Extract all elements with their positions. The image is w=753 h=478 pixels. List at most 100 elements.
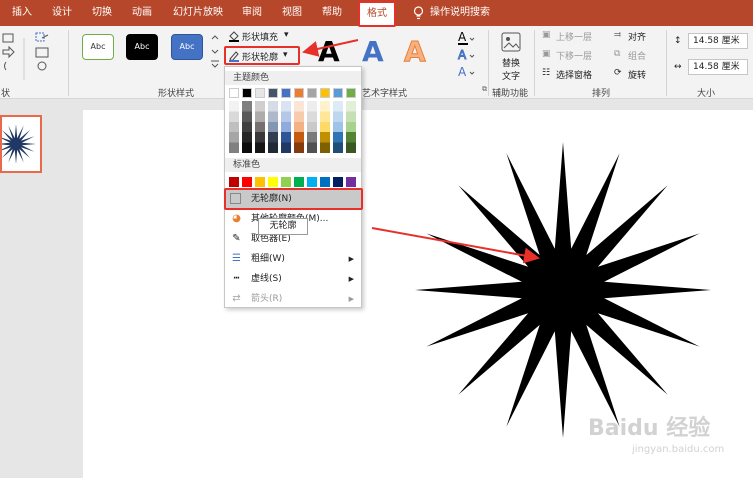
theme-color-shades-column[interactable]: [229, 101, 239, 153]
thumbnail-star-body: [0, 124, 36, 164]
width-icon: ↔: [674, 62, 682, 72]
group-button[interactable]: 组合: [628, 49, 646, 62]
theme-color-shades-column[interactable]: [268, 101, 278, 153]
standard-color-swatch[interactable]: [242, 177, 252, 187]
dashes-label: 虚线(S): [251, 274, 282, 284]
tab-insert[interactable]: 插入: [4, 0, 40, 26]
theme-color-shades-column[interactable]: [333, 101, 343, 153]
shape-style-solid-black[interactable]: Abc: [126, 34, 158, 60]
dialog-launcher-icon[interactable]: ⧉: [482, 85, 487, 94]
theme-color-shades-column[interactable]: [307, 101, 317, 153]
theme-color-shades-column[interactable]: [242, 101, 252, 153]
standard-color-swatch[interactable]: [320, 177, 330, 187]
dashes-menu-item[interactable]: ┅ 虚线(S) ▶: [225, 269, 361, 289]
theme-color-shades-column[interactable]: [320, 101, 330, 153]
arrows-menu-item[interactable]: ⇄ 箭头(R) ▶: [225, 289, 361, 309]
group-divider: [666, 30, 667, 96]
tab-slideshow[interactable]: 幻灯片放映: [166, 0, 230, 26]
tab-animations[interactable]: 动画: [124, 0, 160, 26]
theme-color-swatch[interactable]: [268, 88, 278, 98]
standard-color-swatch[interactable]: [307, 177, 317, 187]
highlight-box-format-tab: [358, 1, 396, 27]
theme-color-shades-column[interactable]: [281, 101, 291, 153]
standard-color-swatch[interactable]: [333, 177, 343, 187]
alt-text-icon[interactable]: [500, 31, 522, 53]
thumbnail-star-shape: [0, 124, 36, 164]
tab-transitions[interactable]: 切换: [84, 0, 120, 26]
weight-label: 粗细(W): [251, 254, 285, 264]
shape-outline-dropdown: 主题颜色 标准色 无轮廓(N) ◕ 其他轮廓颜色(M)... ✎ 取色器(E) …: [224, 66, 362, 308]
no-outline-tooltip: 无轮廓: [258, 218, 308, 235]
shape-style-outline-green[interactable]: Abc: [82, 34, 114, 60]
standard-color-swatch[interactable]: [294, 177, 304, 187]
selection-pane-button[interactable]: 选择窗格: [556, 68, 592, 81]
shape-width-field[interactable]: 14.58 厘米: [688, 59, 748, 75]
selection-pane-icon: ☷: [542, 68, 551, 78]
baidu-watermark-url: jingyan.baidu.com: [632, 444, 725, 455]
chevron-right-icon: ▶: [348, 295, 354, 303]
theme-color-shades-column[interactable]: [346, 101, 356, 153]
dash-style-icon: ┅: [233, 273, 240, 284]
align-button[interactable]: 对齐: [628, 30, 646, 43]
theme-color-swatch[interactable]: [229, 88, 239, 98]
alt-text-label-1[interactable]: 替换: [502, 56, 520, 69]
tab-help[interactable]: 帮助: [314, 0, 350, 26]
group-icon: ⧉: [614, 49, 621, 59]
group-divider: [534, 30, 535, 96]
star-shape-body[interactable]: [415, 142, 711, 438]
text-fill-outline-effects[interactable]: A A A: [456, 30, 476, 80]
highlight-box-no-outline: [224, 188, 363, 210]
standard-color-swatch[interactable]: [346, 177, 356, 187]
align-icon: ⫤: [614, 30, 621, 40]
standard-colors-header: 标准色: [225, 158, 361, 172]
theme-color-swatch[interactable]: [333, 88, 343, 98]
tell-me-search[interactable]: 操作说明搜索: [430, 0, 502, 26]
tab-view[interactable]: 视图: [274, 0, 310, 26]
group-divider: [488, 30, 489, 96]
wordart-style-blue[interactable]: A: [362, 38, 384, 66]
accessibility-group-label: 辅助功能: [492, 89, 529, 99]
shape-style-solid-blue[interactable]: Abc: [171, 34, 203, 60]
bring-forward-icon: ▣: [542, 30, 551, 40]
style-gallery-scroll[interactable]: [210, 32, 220, 68]
shape-gallery[interactable]: [2, 32, 66, 82]
shape-fill-button[interactable]: 形状填充: [242, 30, 278, 43]
arrow-style-icon: ⇄: [232, 293, 241, 304]
standard-color-swatch[interactable]: [268, 177, 278, 187]
alt-text-label-2[interactable]: 文字: [502, 69, 520, 82]
highlight-box-shape-outline: [224, 46, 300, 65]
lightbulb-icon: [413, 6, 424, 20]
standard-color-swatch[interactable]: [229, 177, 239, 187]
height-icon: ↕: [674, 36, 682, 46]
color-wheel-icon: ◕: [232, 213, 241, 224]
wordart-style-black[interactable]: A: [318, 38, 340, 66]
standard-color-swatch[interactable]: [281, 177, 291, 187]
theme-color-swatch[interactable]: [307, 88, 317, 98]
theme-color-swatch[interactable]: [242, 88, 252, 98]
chevron-right-icon: ▶: [348, 275, 354, 283]
tab-design[interactable]: 设计: [44, 0, 80, 26]
theme-color-swatch[interactable]: [255, 88, 265, 98]
rotate-button[interactable]: 旋转: [628, 68, 646, 81]
slide-thumbnail-1[interactable]: [0, 115, 42, 173]
bring-forward-button[interactable]: 上移一层: [556, 30, 592, 43]
star-shape[interactable]: [403, 140, 723, 450]
ribbon-body: 状 Abc Abc Abc 形状样式 形状填充 ▾ 形状轮廓 ▾ A A A A…: [0, 26, 753, 99]
shape-height-field[interactable]: 14.58 厘米: [688, 33, 748, 49]
send-backward-button[interactable]: 下移一层: [556, 49, 592, 62]
theme-color-swatch[interactable]: [281, 88, 291, 98]
tab-review[interactable]: 审阅: [234, 0, 270, 26]
rotate-icon: ⟳: [614, 68, 622, 78]
theme-color-swatch[interactable]: [320, 88, 330, 98]
theme-color-shades-column[interactable]: [255, 101, 265, 153]
send-backward-icon: ▣: [542, 49, 551, 59]
shape-styles-group-label: 形状样式: [158, 89, 195, 99]
theme-color-shades-column[interactable]: [294, 101, 304, 153]
standard-color-swatch[interactable]: [255, 177, 265, 187]
theme-color-swatch[interactable]: [294, 88, 304, 98]
wordart-style-orange[interactable]: A: [404, 37, 427, 66]
size-group-label: 大小: [697, 89, 716, 99]
theme-color-swatch[interactable]: [346, 88, 356, 98]
chevron-down-icon[interactable]: ▾: [284, 30, 289, 40]
weight-menu-item[interactable]: ☰ 粗细(W) ▶: [225, 249, 361, 269]
